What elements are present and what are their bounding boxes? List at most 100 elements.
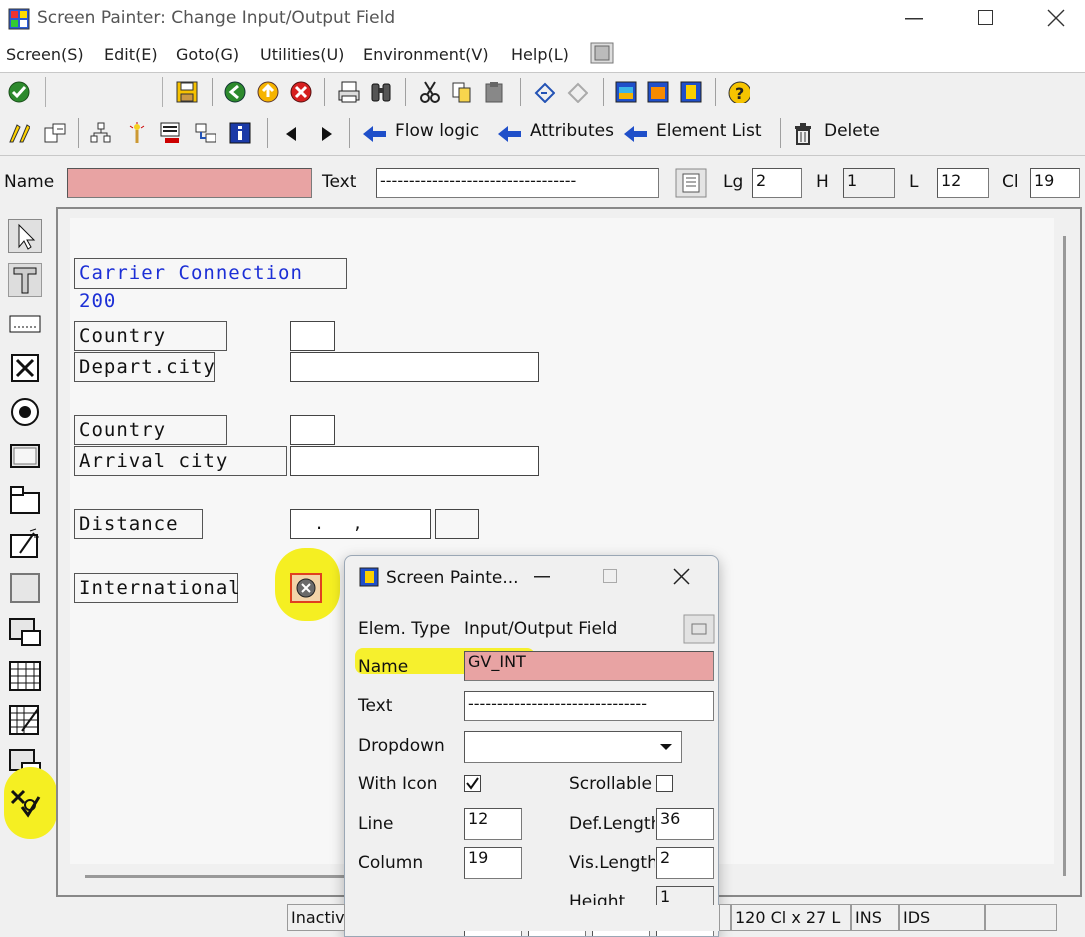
line-input[interactable]: 12	[464, 808, 522, 840]
chevron-down-icon[interactable]	[658, 740, 674, 754]
distance-label[interactable]: Distance	[74, 509, 203, 539]
vis-length-input[interactable]: 2	[656, 847, 714, 879]
toolbar-separator	[405, 78, 406, 106]
scrollable-checkbox[interactable]	[656, 775, 674, 793]
with-icon-checkbox[interactable]	[464, 775, 482, 793]
minimize-icon[interactable]	[534, 576, 550, 579]
country-from-label[interactable]: Country	[74, 321, 227, 351]
text-field-tool-icon[interactable]	[8, 263, 42, 297]
undo-icon[interactable]	[533, 81, 555, 103]
status-icon-element[interactable]	[290, 573, 322, 603]
test-screen-icon[interactable]	[160, 122, 182, 144]
enter-check-icon[interactable]	[8, 81, 30, 103]
distance-unit-input[interactable]	[435, 509, 479, 539]
text-dictionary-icon[interactable]	[675, 168, 707, 198]
customize-layout-icon[interactable]	[590, 42, 614, 64]
redo-icon[interactable]	[566, 81, 588, 103]
close-icon[interactable]	[1047, 9, 1065, 27]
h-field[interactable]: 1	[843, 168, 895, 198]
horizontal-scrollbar[interactable]	[85, 875, 347, 878]
radio-button-tool-icon[interactable]	[8, 395, 42, 429]
save-icon[interactable]	[176, 81, 198, 103]
create-session-icon[interactable]	[615, 81, 637, 103]
tabstrip-tool-icon[interactable]	[8, 483, 42, 517]
name-field[interactable]	[67, 168, 312, 198]
cancel-icon[interactable]	[290, 81, 312, 103]
text-input[interactable]: -------------------------------	[464, 691, 714, 721]
vertical-scrollbar[interactable]	[1063, 236, 1066, 876]
name-label: Name	[358, 657, 409, 677]
status-icon-tool-icon[interactable]	[8, 785, 42, 819]
distance-input[interactable]: . ,	[290, 509, 431, 539]
screen-heading-label[interactable]: Carrier Connection 200	[74, 258, 347, 312]
generate-shortcut-icon[interactable]	[647, 81, 669, 103]
toolbar-separator	[212, 78, 213, 106]
paste-icon[interactable]	[484, 81, 506, 103]
elem-type-label: Elem. Type	[358, 619, 451, 639]
menu-utilities[interactable]: Utilities(U)	[260, 45, 344, 64]
status-activation: Inactiv	[287, 904, 345, 931]
box-tool-icon[interactable]	[8, 571, 42, 605]
column-input[interactable]: 19	[464, 847, 522, 879]
previous-arrow-icon[interactable]	[284, 126, 298, 142]
maximize-icon[interactable]	[603, 569, 619, 585]
information-icon[interactable]	[229, 122, 251, 144]
toolbar-separator	[520, 78, 521, 106]
flow-logic-label: Flow logic	[395, 121, 480, 141]
tabstrip-wizard-tool-icon[interactable]	[8, 527, 42, 561]
checkbox-tool-icon[interactable]	[8, 351, 42, 385]
layout-menu-icon[interactable]	[680, 81, 702, 103]
cut-scissors-icon[interactable]	[419, 81, 441, 103]
find-binoculars-icon[interactable]	[370, 81, 392, 103]
element-palette: C	[0, 207, 57, 904]
hierarchy-icon[interactable]	[90, 122, 112, 144]
def-length-input[interactable]: 36	[656, 808, 714, 840]
display-change-icon[interactable]	[8, 122, 30, 144]
command-field[interactable]	[45, 77, 163, 107]
back-icon[interactable]	[224, 81, 246, 103]
close-icon[interactable]	[673, 568, 691, 586]
text-field[interactable]: ----------------------------------	[376, 168, 659, 198]
next-arrow-icon[interactable]	[320, 126, 334, 142]
input-field-tool-icon[interactable]	[8, 307, 42, 341]
country-to-label[interactable]: Country	[74, 415, 227, 445]
cl-field[interactable]: 19	[1030, 168, 1080, 198]
menu-goto[interactable]: Goto(G)	[176, 45, 239, 64]
country-to-input[interactable]	[290, 415, 335, 445]
layout-toggle-icon[interactable]	[683, 614, 715, 644]
minimize-icon[interactable]	[905, 17, 923, 21]
menu-screen[interactable]: Screen(S)	[6, 45, 84, 64]
exit-icon[interactable]	[257, 81, 279, 103]
dropdown-select[interactable]	[464, 731, 682, 763]
subscreen-tool-icon[interactable]	[8, 615, 42, 649]
pushbutton-tool-icon[interactable]	[8, 439, 42, 473]
active-inactive-icon[interactable]	[44, 122, 66, 144]
copy-icon[interactable]	[451, 81, 473, 103]
arrival-city-input[interactable]	[290, 446, 539, 476]
print-icon[interactable]	[338, 81, 360, 103]
international-label[interactable]: International	[74, 573, 240, 603]
lg-field[interactable]: 2	[752, 168, 802, 198]
arrow-left-icon	[498, 126, 521, 142]
cl-label: Cl	[1002, 172, 1019, 192]
depart-city-input[interactable]	[290, 352, 539, 382]
maximize-icon[interactable]	[978, 10, 994, 26]
status-dimensions: 120 Cl x 27 L	[731, 904, 851, 931]
attributes-label: Attributes	[530, 121, 614, 141]
name-input[interactable]: GV_INT	[464, 651, 714, 681]
menu-help[interactable]: Help(L)	[511, 45, 569, 64]
where-used-icon[interactable]	[194, 122, 216, 144]
menu-edit[interactable]: Edit(E)	[104, 45, 158, 64]
depart-city-label[interactable]: Depart.city	[74, 352, 215, 382]
vis-length-label: Vis.Length	[569, 853, 655, 873]
help-icon[interactable]: ?	[728, 81, 750, 103]
menu-bar: Screen(S) Edit(E) Goto(G) Utilities(U) E…	[0, 40, 1085, 72]
l-field[interactable]: 12	[937, 168, 989, 198]
pointer-tool-icon[interactable]	[8, 219, 42, 253]
table-control-tool-icon[interactable]	[8, 659, 42, 693]
menu-environment[interactable]: Environment(V)	[363, 45, 489, 64]
arrival-city-label[interactable]: Arrival city	[74, 446, 287, 476]
table-wizard-tool-icon[interactable]	[8, 703, 42, 737]
country-from-input[interactable]	[290, 321, 335, 351]
activate-wand-icon[interactable]	[126, 122, 148, 144]
